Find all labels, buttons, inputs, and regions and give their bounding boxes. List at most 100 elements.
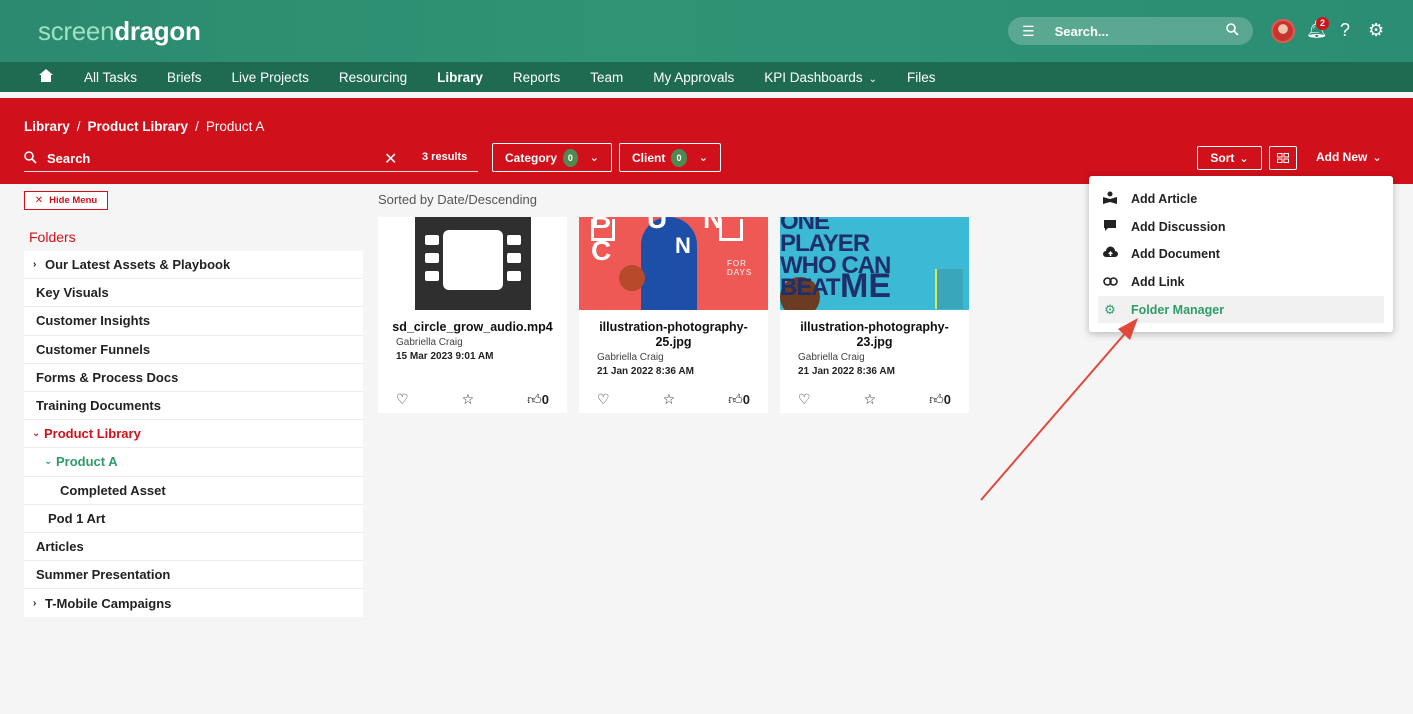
- asset-card[interactable]: B U N C N FOR DAYS illustration-photogra…: [579, 217, 768, 413]
- home-icon[interactable]: [39, 69, 55, 85]
- thumbs-up-icon: 👍︎: [527, 391, 542, 407]
- star-icon[interactable]: ☆: [462, 391, 475, 408]
- folder-item[interactable]: Pod 1 Art: [24, 505, 363, 533]
- chevron-down-icon: ⌄: [868, 73, 877, 85]
- sort-status: Sorted by Date/Descending: [378, 192, 537, 207]
- star-icon[interactable]: ☆: [864, 391, 877, 408]
- asset-card[interactable]: ONE PLAYER WHO CAN BEAT ME illustration-…: [780, 217, 969, 413]
- menu-add-article[interactable]: Add Article: [1098, 185, 1384, 212]
- nav-resourcing[interactable]: Resourcing: [339, 70, 407, 85]
- chevron-down-icon: ⌄: [589, 152, 599, 164]
- breadcrumb-library[interactable]: Library: [24, 119, 70, 134]
- asset-name[interactable]: illustration-photography-23.jpg: [780, 320, 969, 350]
- video-thumbnail[interactable]: [378, 217, 567, 310]
- folder-item[interactable]: › T-Mobile Campaigns: [24, 589, 363, 617]
- folder-item[interactable]: › Our Latest Assets & Playbook: [24, 251, 363, 280]
- folder-item[interactable]: Customer Funnels: [24, 336, 363, 364]
- nav-library[interactable]: Library: [437, 70, 483, 85]
- hamburger-icon[interactable]: ☰: [1022, 23, 1035, 40]
- folder-item[interactable]: Summer Presentation: [24, 561, 363, 590]
- chevron-right-icon[interactable]: ›: [33, 259, 39, 270]
- app-logo[interactable]: screendragon: [38, 16, 201, 47]
- folder-item-product-library[interactable]: ⌄ Product Library: [24, 420, 363, 449]
- category-filter[interactable]: Category 0 ⌄: [492, 143, 612, 172]
- menu-add-document[interactable]: Add Document: [1098, 240, 1384, 267]
- asset-name[interactable]: illustration-photography-25.jpg: [579, 320, 768, 350]
- like-button[interactable]: 👍︎0: [728, 391, 750, 408]
- help-icon[interactable]: ?: [1340, 20, 1350, 41]
- search-label: Search: [47, 151, 91, 166]
- asset-date: 15 Mar 2023 9:01 AM: [396, 351, 494, 362]
- nav-reports[interactable]: Reports: [513, 70, 560, 85]
- asset-name[interactable]: sd_circle_grow_audio.mp4: [378, 320, 567, 335]
- thumb-subtext: ME: [840, 267, 891, 305]
- folder-list: › Our Latest Assets & Playbook Key Visual…: [24, 251, 363, 618]
- global-search[interactable]: ☰ Search...: [1008, 17, 1253, 45]
- nav-files[interactable]: Files: [907, 70, 936, 85]
- gear-icon: ⚙: [1104, 301, 1116, 317]
- hide-menu-button[interactable]: ✕ Hide Menu: [24, 191, 108, 210]
- asset-card[interactable]: sd_circle_grow_audio.mp4 Gabriella Craig…: [378, 217, 567, 413]
- menu-add-discussion[interactable]: Add Discussion: [1098, 213, 1384, 240]
- asset-author: Gabriella Craig: [396, 337, 463, 348]
- link-icon: [1098, 274, 1122, 289]
- notification-badge: 2: [1316, 17, 1329, 30]
- favorite-heart-icon[interactable]: ♡: [396, 391, 409, 408]
- image-thumbnail[interactable]: B U N C N FOR DAYS: [579, 217, 768, 310]
- folder-item[interactable]: Articles: [24, 533, 363, 562]
- nav-all-tasks[interactable]: All Tasks: [84, 70, 137, 85]
- settings-gear-icon[interactable]: ⚙: [1368, 20, 1384, 41]
- asset-date: 21 Jan 2022 8:36 AM: [798, 366, 895, 377]
- grid-view-button[interactable]: [1269, 146, 1297, 170]
- add-new-dropdown: Add Article Add Discussion Add Document …: [1089, 176, 1393, 332]
- folder-item[interactable]: Forms & Process Docs: [24, 364, 363, 392]
- favorite-heart-icon[interactable]: ♡: [597, 391, 610, 408]
- chevron-down-icon: ⌄: [1372, 152, 1382, 164]
- menu-folder-manager[interactable]: ⚙ Folder Manager: [1098, 296, 1384, 323]
- like-button[interactable]: 👍︎0: [929, 391, 951, 408]
- user-avatar[interactable]: [1271, 19, 1295, 43]
- folder-item[interactable]: Completed Asset: [24, 477, 363, 505]
- category-count-badge: 0: [563, 148, 578, 167]
- chevron-down-icon[interactable]: ⌄: [44, 456, 52, 467]
- nav-kpi-dashboards[interactable]: KPI Dashboards ⌄: [764, 70, 877, 85]
- close-icon: ✕: [34, 195, 44, 206]
- discussion-icon: [1098, 219, 1122, 235]
- nav-team[interactable]: Team: [590, 70, 623, 85]
- chevron-right-icon[interactable]: ›: [33, 598, 39, 609]
- chevron-down-icon[interactable]: ⌄: [32, 428, 40, 439]
- nav-live-projects[interactable]: Live Projects: [232, 70, 309, 85]
- nav-briefs[interactable]: Briefs: [167, 70, 202, 85]
- breadcrumb-product-library[interactable]: Product Library: [88, 119, 189, 134]
- clear-search-icon[interactable]: ✕: [384, 149, 397, 169]
- sort-button[interactable]: Sort ⌄: [1197, 146, 1262, 170]
- asset-date: 21 Jan 2022 8:36 AM: [597, 366, 694, 377]
- chevron-down-icon: ⌄: [1239, 152, 1249, 165]
- grid-icon: [1277, 153, 1289, 163]
- global-search-placeholder: Search...: [1054, 23, 1109, 39]
- nav-my-approvals[interactable]: My Approvals: [653, 70, 734, 85]
- library-search-input[interactable]: Search ✕ 3 results: [24, 146, 478, 172]
- image-thumbnail[interactable]: ONE PLAYER WHO CAN BEAT ME: [780, 217, 969, 310]
- client-filter[interactable]: Client 0 ⌄: [619, 143, 721, 172]
- breadcrumb-product-a: Product A: [205, 119, 265, 134]
- search-icon: [24, 150, 37, 167]
- folder-item[interactable]: Training Documents: [24, 392, 363, 421]
- upload-cloud-icon: [1098, 246, 1122, 261]
- results-count: 3 results: [422, 151, 468, 163]
- like-button[interactable]: 👍︎0: [527, 391, 549, 408]
- star-icon[interactable]: ☆: [663, 391, 676, 408]
- folder-item[interactable]: Key Visuals: [24, 279, 363, 308]
- menu-add-link[interactable]: Add Link: [1098, 268, 1384, 295]
- folder-item[interactable]: Customer Insights: [24, 307, 363, 336]
- library-toolbar: Library / Product Library / Product A Search…: [0, 98, 1413, 184]
- search-icon[interactable]: [1226, 23, 1239, 39]
- client-count-badge: 0: [671, 148, 687, 167]
- notifications-button[interactable]: 🔔︎ 2: [1306, 17, 1329, 40]
- thumbs-up-icon: 👍︎: [728, 391, 743, 407]
- favorite-heart-icon[interactable]: ♡: [798, 391, 811, 408]
- folders-title: Folders: [29, 229, 76, 245]
- add-new-button[interactable]: Add New ⌄: [1316, 150, 1382, 164]
- folder-item-product-a[interactable]: ⌄ Product A: [24, 448, 363, 477]
- article-icon: [1098, 191, 1122, 207]
